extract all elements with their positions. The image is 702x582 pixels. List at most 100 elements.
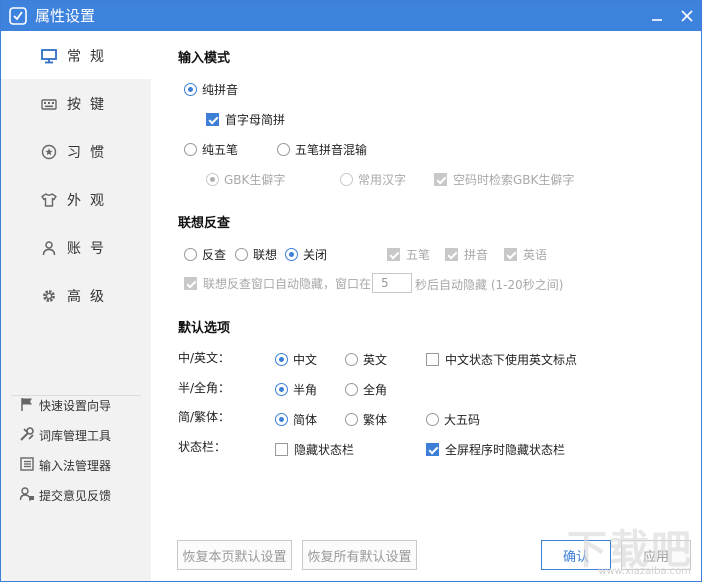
radio-pinyin[interactable]: 纯拼音 [184,80,238,98]
radio-indicator [277,142,290,156]
radio-wubi[interactable]: 纯五笔 [184,140,238,158]
nav-item-general[interactable]: 常规 [1,31,151,79]
option-label: 反查 [202,247,227,262]
minimize-button[interactable] [647,6,667,26]
tool-label: 快速设置向导 [39,399,112,413]
radio-off[interactable]: 关闭 [285,245,327,263]
option-label: GBK生僻字 [224,172,286,187]
radio-chinese[interactable]: 中文 [275,350,317,368]
option-label: 空码时检索GBK生僻字 [453,172,575,187]
checkbox-autohide[interactable]: 联想反查窗口自动隐藏，窗口在 [184,274,371,292]
apply-button[interactable]: 应用 [621,540,691,570]
checkbox-indicator [184,276,197,290]
window-title: 属性设置 [35,7,96,25]
checkbox-indicator [426,352,439,366]
ok-button[interactable]: 确认 [541,540,611,570]
radio-indicator [275,382,288,396]
option-label: 简体 [293,412,318,427]
radio-indicator [285,247,298,261]
option-label: 繁体 [363,412,388,427]
star-circle-icon [41,144,57,160]
user-icon [41,240,57,256]
settings-window: 属性设置 常规 按键 习惯 外观 账号 高级 快速设置向导 词库管理工具 输入法… [0,0,702,582]
radio-common-hanzi[interactable]: 常用汉字 [340,170,406,188]
option-label: 联想反查窗口自动隐藏，窗口在 [203,276,372,291]
option-label: 半角 [293,382,318,397]
nav-item-advanced[interactable]: 高级 [1,271,151,319]
checkbox-assoc-pinyin[interactable]: 拼音 [445,245,488,263]
radio-indicator [345,412,358,426]
nav-item-appearance[interactable]: 外观 [1,175,151,223]
nav-item-account[interactable]: 账号 [1,223,151,271]
checkbox-search-gbk[interactable]: 空码时检索GBK生僻字 [434,170,574,188]
radio-indicator [345,352,358,366]
shirt-icon [41,192,57,208]
close-icon [681,10,693,22]
label-cn-en: 中/英文： [178,351,231,365]
checkbox-english-punct[interactable]: 中文状态下使用英文标点 [426,350,577,368]
close-button[interactable] [677,6,697,26]
radio-indicator [184,247,197,261]
keyboard-icon [41,96,57,112]
radio-lookup[interactable]: 反查 [184,245,226,263]
checkbox-indicator [206,112,219,126]
radio-indicator [345,382,358,396]
option-label: 纯五笔 [202,142,239,157]
nav-label: 习惯 [67,145,113,161]
gear-icon [41,288,57,304]
checkbox-hide-status-bar[interactable]: 隐藏状态栏 [275,440,354,458]
checkbox-hide-fullscreen[interactable]: 全屏程序时隐藏状态栏 [426,440,565,458]
nav-item-keys[interactable]: 按键 [1,79,151,127]
option-label: 纯拼音 [202,82,239,97]
tool-label: 提交意见反馈 [39,489,112,503]
option-label: 隐藏状态栏 [294,442,355,457]
option-label: 大五码 [444,412,481,427]
nav-label: 账号 [67,241,113,257]
nav-item-habits[interactable]: 习惯 [1,127,151,175]
option-label: 中文状态下使用英文标点 [445,352,578,367]
title-bar: 属性设置 [1,1,701,31]
restore-all-defaults-button[interactable]: 恢复所有默认设置 [302,540,417,570]
checkbox-assoc-english[interactable]: 英语 [504,245,547,263]
tool-label: 输入法管理器 [39,459,112,473]
radio-full-width[interactable]: 全角 [345,380,387,398]
radio-indicator [184,142,197,156]
radio-big5[interactable]: 大五码 [426,410,480,428]
autohide-seconds-input[interactable]: 5 [372,273,412,293]
radio-indicator [184,82,197,96]
label-width: 半/全角： [178,381,231,395]
nav-label: 常规 [67,49,113,65]
radio-half-width[interactable]: 半角 [275,380,317,398]
option-label: 全角 [363,382,388,397]
radio-association[interactable]: 联想 [235,245,277,263]
radio-wubi-pinyin-mixed[interactable]: 五笔拼音混输 [277,140,367,158]
radio-english[interactable]: 英文 [345,350,387,368]
minimize-icon [652,19,662,21]
option-label: 全屏程序时隐藏状态栏 [445,442,566,457]
option-label: 首字母简拼 [225,112,286,127]
option-label: 五笔拼音混输 [295,142,368,157]
nav-label: 外观 [67,193,113,209]
monitor-icon [41,48,57,64]
nav-label: 高级 [67,289,113,305]
radio-indicator [206,172,219,186]
sidebar: 常规 按键 习惯 外观 账号 高级 快速设置向导 词库管理工具 输入法管理器 提… [1,31,151,581]
radio-simplified[interactable]: 简体 [275,410,317,428]
checkbox-assoc-wubi[interactable]: 五笔 [387,245,430,263]
option-label: 常用汉字 [358,172,407,187]
autohide-suffix: 秒后自动隐藏 (1-20秒之间) [415,278,564,292]
radio-indicator [275,412,288,426]
list-icon [19,456,35,472]
label-status-bar: 状态栏： [178,440,227,454]
tool-label: 词库管理工具 [39,429,112,443]
checkbox-indicator [445,247,458,261]
checkbox-indicator [387,247,400,261]
restore-page-defaults-button[interactable]: 恢复本页默认设置 [177,540,292,570]
checkbox-indicator [504,247,517,261]
radio-traditional[interactable]: 繁体 [345,410,387,428]
checkbox-initials[interactable]: 首字母简拼 [206,110,285,128]
checkbox-indicator [275,442,288,456]
option-label: 英语 [523,247,548,262]
option-label: 中文 [293,352,318,367]
radio-gbk-rare[interactable]: GBK生僻字 [206,170,285,188]
